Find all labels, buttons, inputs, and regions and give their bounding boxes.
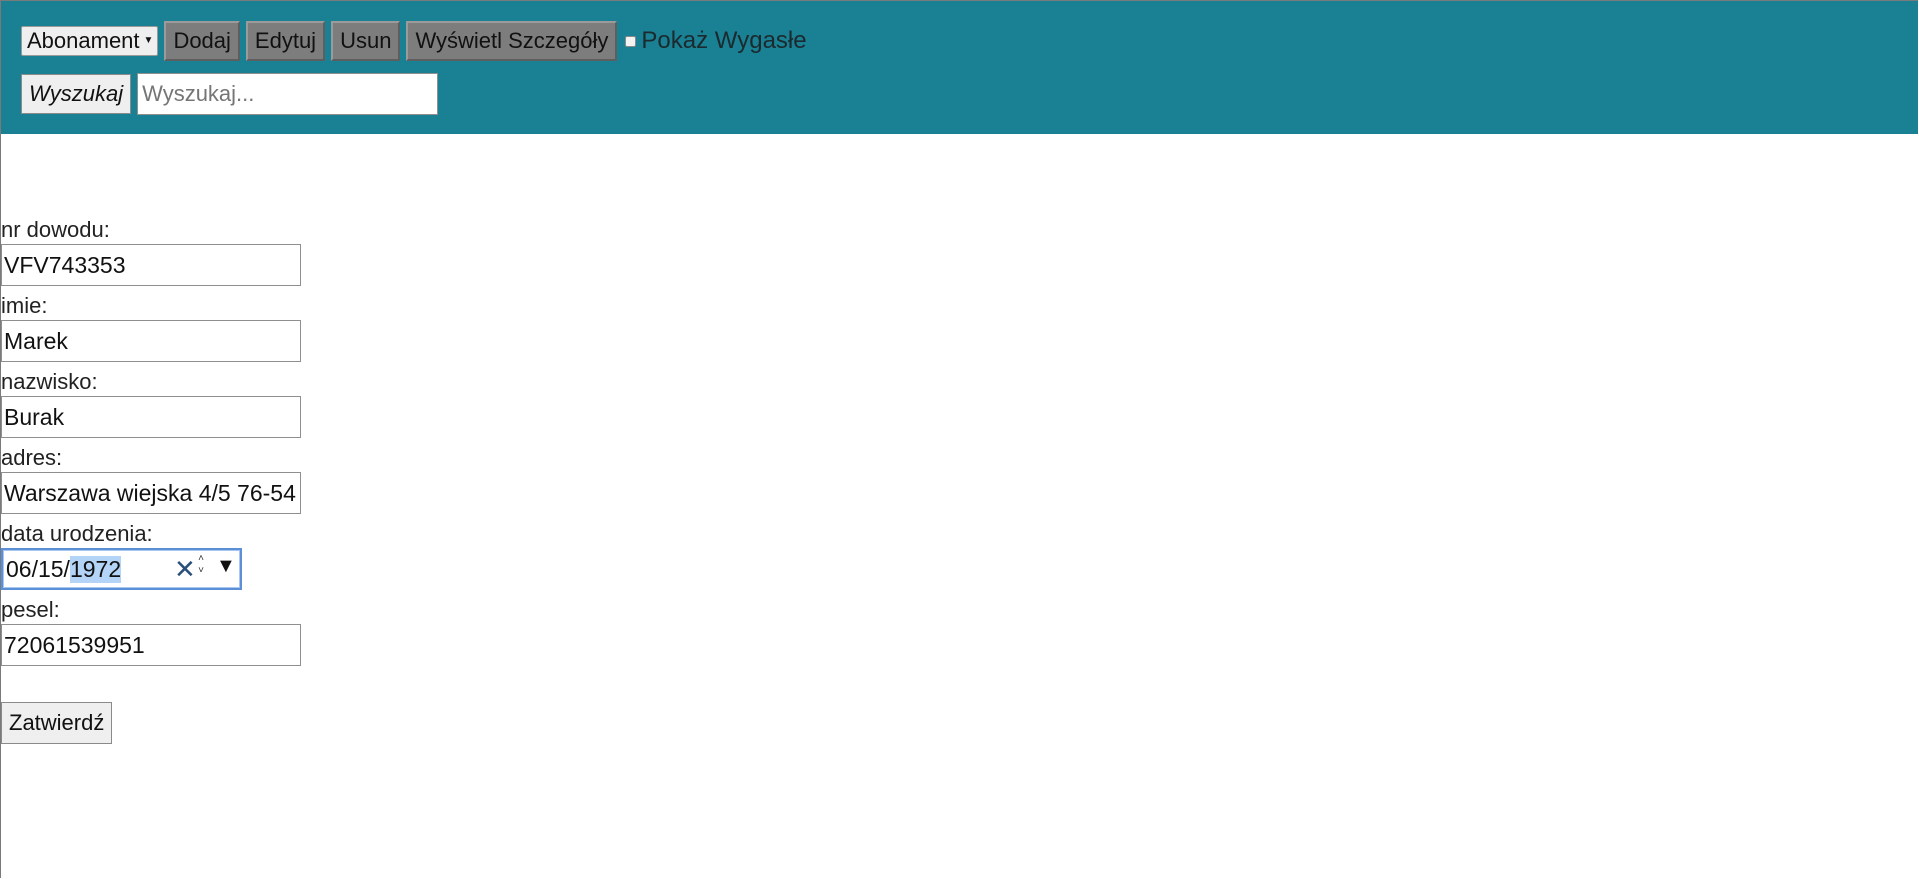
- edit-button[interactable]: Edytuj: [245, 21, 326, 61]
- address-label: adres:: [1, 445, 63, 470]
- birth-date-year-selected: 1972: [69, 555, 122, 583]
- last-name-field[interactable]: Burak: [1, 396, 301, 438]
- top-toolbar: Abonament ▼ Dodaj Edytuj Usun Wyświetl S…: [1, 1, 1918, 134]
- category-select[interactable]: Abonament ▼: [21, 26, 159, 56]
- show-expired-checkbox[interactable]: [625, 35, 637, 47]
- pesel-field[interactable]: 72061539951: [1, 624, 301, 666]
- id-number-field[interactable]: VFV743353: [1, 244, 301, 286]
- toolbar-row-search: Wyszukaj Wyszukaj...: [21, 73, 439, 115]
- birth-date-prefix: 06/15/: [6, 555, 70, 582]
- last-name-label: nazwisko:: [1, 369, 98, 394]
- id-number-label: nr dowodu:: [1, 217, 110, 242]
- caret-down-icon: ▼: [143, 35, 154, 46]
- pesel-label: pesel:: [1, 597, 60, 622]
- search-button[interactable]: Wyszukaj: [21, 74, 132, 114]
- show-expired-label[interactable]: Pokaż Wygasłe: [641, 27, 806, 55]
- triangle-down-icon[interactable]: ▼: [216, 555, 236, 578]
- add-button[interactable]: Dodaj: [164, 21, 240, 61]
- details-button[interactable]: Wyświetl Szczegóły: [406, 21, 618, 61]
- first-name-field[interactable]: Marek: [1, 320, 301, 362]
- address-field[interactable]: Warszawa wiejska 4/5 76-54: [1, 472, 301, 514]
- search-placeholder: Wyszukaj...: [142, 81, 255, 106]
- category-select-value: Abonament: [27, 28, 140, 53]
- birth-date-field[interactable]: 06/15/1972 ✕ ˄ ˅ ▼: [1, 548, 242, 590]
- subscriber-form: nr dowodu: VFV743353 imie: Marek nazwisk…: [1, 216, 401, 744]
- birth-date-label: data urodzenia:: [1, 521, 153, 546]
- search-input[interactable]: Wyszukaj...: [137, 73, 439, 115]
- toolbar-row-actions: Abonament ▼ Dodaj Edytuj Usun Wyświetl S…: [21, 21, 807, 61]
- submit-button[interactable]: Zatwierdź: [1, 702, 113, 744]
- delete-button[interactable]: Usun: [331, 21, 401, 61]
- first-name-label: imie:: [1, 293, 48, 318]
- clear-x-icon[interactable]: ✕: [174, 556, 196, 582]
- spinner-icon[interactable]: ˄ ˅: [196, 553, 206, 585]
